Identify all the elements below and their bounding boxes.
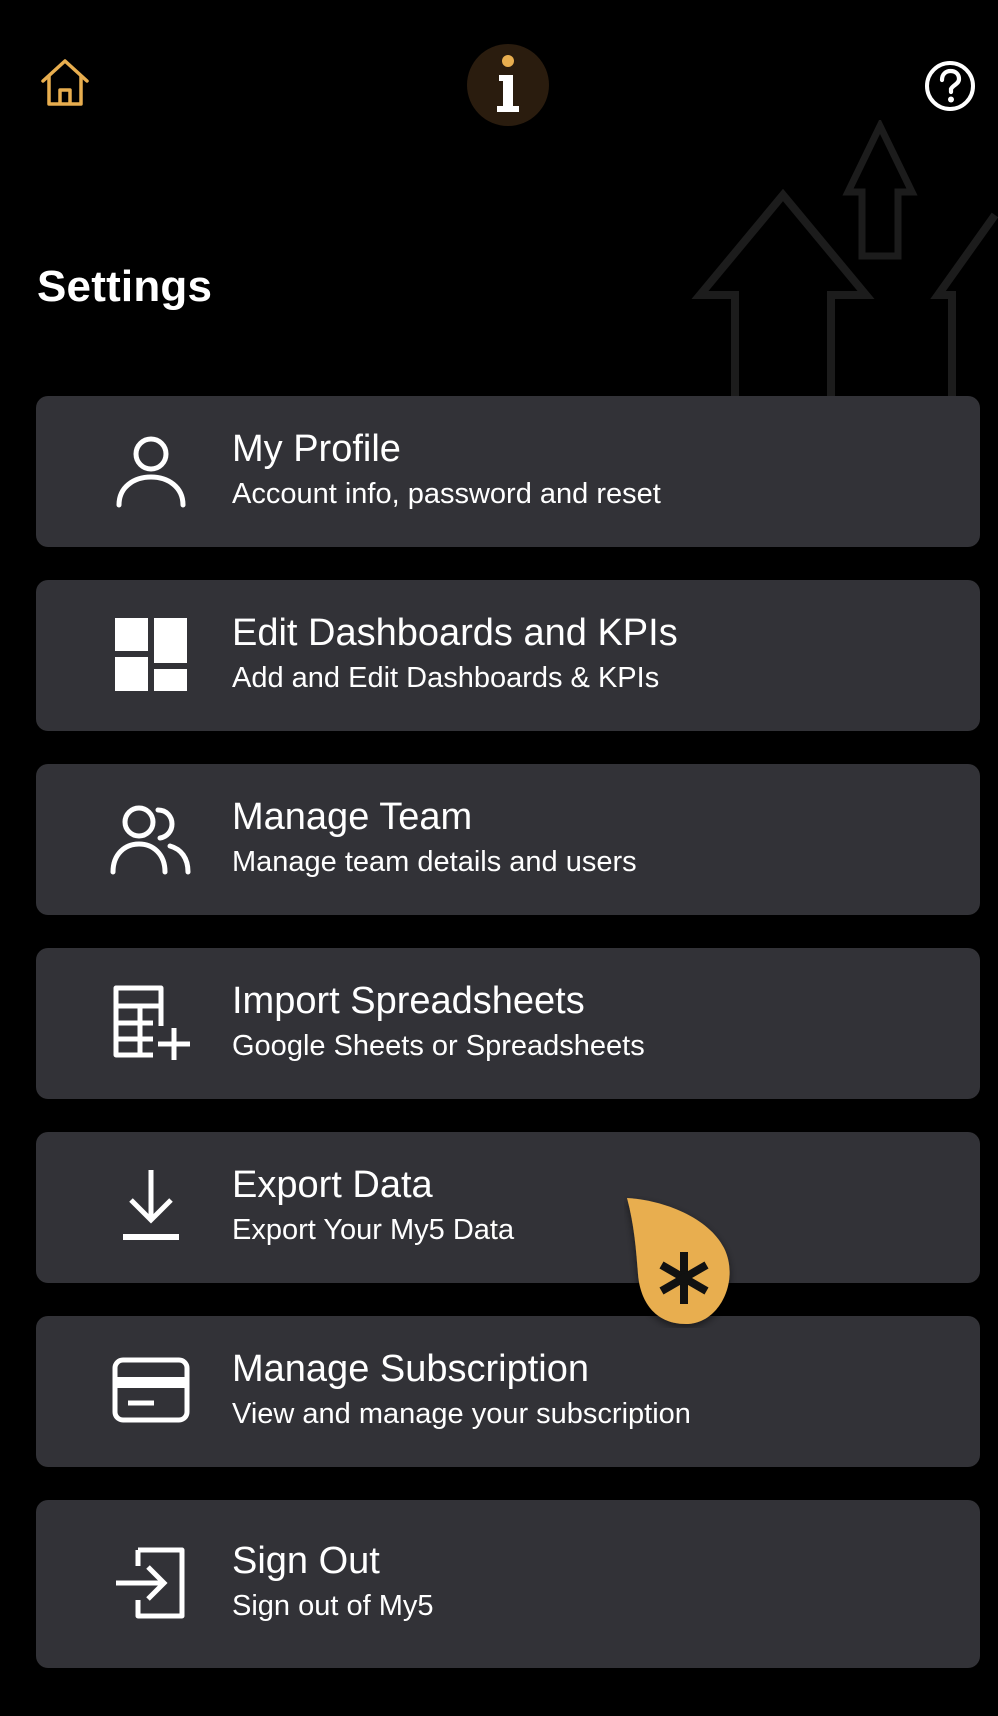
menu-item-title: Manage Subscription (232, 1348, 589, 1390)
help-bubble-button[interactable] (624, 1196, 740, 1328)
menu-item-edit-dashboards[interactable]: Edit Dashboards and KPIs Add and Edit Da… (36, 580, 980, 731)
menu-item-export-data[interactable]: Export Data Export Your My5 Data (36, 1132, 980, 1283)
menu-item-title: Export Data (232, 1164, 433, 1206)
question-circle-icon (925, 61, 975, 111)
help-button[interactable] (922, 58, 978, 114)
dashboard-icon (110, 614, 192, 696)
app-logo (467, 44, 549, 126)
home-button[interactable] (38, 56, 92, 110)
background-arrows-decoration (691, 120, 998, 400)
menu-item-title: Edit Dashboards and KPIs (232, 612, 678, 654)
menu-item-subtitle: Manage team details and users (232, 846, 637, 878)
menu-item-title: My Profile (232, 428, 401, 470)
sign-in-icon (110, 1542, 192, 1624)
credit-card-icon (110, 1350, 192, 1432)
page-title: Settings (37, 262, 213, 311)
menu-item-manage-team[interactable]: Manage Team Manage team details and user… (36, 764, 980, 915)
menu-item-my-profile[interactable]: My Profile Account info, password and re… (36, 396, 980, 547)
users-icon (110, 798, 192, 880)
menu-item-subtitle: Account info, password and reset (232, 478, 661, 510)
menu-item-manage-subscription[interactable]: Manage Subscription View and manage your… (36, 1316, 980, 1467)
info-logo-icon (497, 55, 519, 112)
menu-item-subtitle: View and manage your subscription (232, 1398, 691, 1430)
menu-item-title: Import Spreadsheets (232, 980, 585, 1022)
menu-item-subtitle: Export Your My5 Data (232, 1214, 515, 1246)
menu-item-subtitle: Add and Edit Dashboards & KPIs (232, 662, 660, 694)
menu-item-title: Manage Team (232, 796, 473, 838)
home-icon (41, 59, 89, 106)
menu-item-title: Sign Out (232, 1540, 380, 1582)
user-icon (110, 430, 192, 512)
menu-item-sign-out[interactable]: Sign Out Sign out of My5 (36, 1500, 980, 1668)
menu-item-subtitle: Sign out of My5 (232, 1590, 434, 1622)
table-plus-icon (110, 982, 192, 1064)
download-icon (110, 1166, 192, 1248)
menu-item-subtitle: Google Sheets or Spreadsheets (232, 1030, 645, 1062)
menu-item-import-spreadsheets[interactable]: Import Spreadsheets Google Sheets or Spr… (36, 948, 980, 1099)
